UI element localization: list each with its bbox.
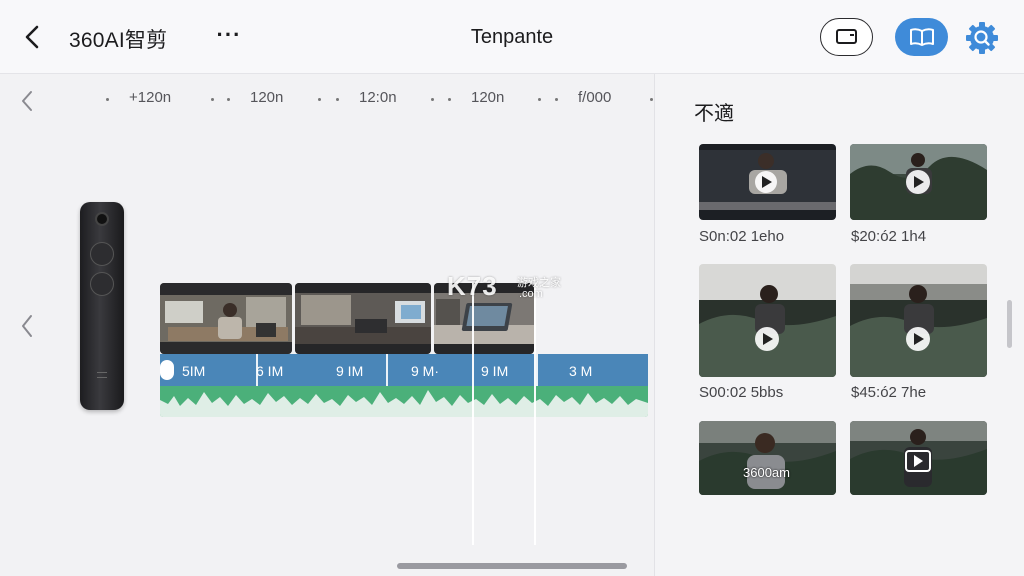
book-open-icon xyxy=(909,28,934,46)
segment-label: 9 M· xyxy=(411,363,439,379)
more-horizontal-icon: ··· xyxy=(216,22,242,47)
home-indicator[interactable] xyxy=(397,563,627,569)
settings-button[interactable] xyxy=(962,18,1002,58)
media-thumbnail[interactable] xyxy=(699,144,836,220)
segment-label: 9 IM xyxy=(336,363,364,379)
ruler-tick xyxy=(448,98,451,101)
waveform xyxy=(160,390,648,417)
playhead[interactable] xyxy=(472,283,474,545)
segment-label: 5IM xyxy=(182,363,206,379)
ruler-label: 120n xyxy=(471,89,505,106)
gear-search-icon xyxy=(966,22,998,54)
audio-start-handle[interactable] xyxy=(160,360,174,380)
top-bar: 360AI智剪 ··· Tenpante xyxy=(0,0,1024,74)
ruler-tick xyxy=(555,98,558,101)
time-ruler[interactable]: +120n 120n 12:0n 120n f/000 xyxy=(100,89,660,111)
screen-mirror-icon xyxy=(835,29,857,44)
segment-label: 9 IM xyxy=(481,363,509,379)
chevron-left-icon xyxy=(25,25,39,49)
device-button xyxy=(90,272,114,296)
segment-divider xyxy=(386,354,388,386)
ruler-tick xyxy=(227,98,230,101)
waveform-bar xyxy=(160,386,648,417)
video-clip-2[interactable] xyxy=(295,283,431,354)
screen-mirror-button[interactable] xyxy=(820,18,873,56)
app-title: 360AI智剪 xyxy=(69,29,168,52)
media-thumbnail[interactable] xyxy=(850,144,987,220)
panel-title: 不適 xyxy=(694,103,734,125)
more-button[interactable]: ··· xyxy=(212,22,246,52)
ruler-tick xyxy=(318,98,321,101)
ruler-scroll-left-button[interactable] xyxy=(20,90,40,112)
chevron-left-icon xyxy=(22,315,32,337)
watermark-logo: K73 xyxy=(447,271,498,301)
thumbnail-overlay-text: 3600am xyxy=(743,465,790,480)
tutorial-book-button[interactable] xyxy=(895,18,948,56)
thumbnail-caption: $20:ó2 1h4 xyxy=(851,228,927,245)
media-thumbnail[interactable]: 3600am xyxy=(699,421,836,495)
segment-label: 6 IM xyxy=(256,363,284,379)
device-button xyxy=(90,242,114,266)
timeline-scroll-left-button[interactable] xyxy=(20,314,40,338)
thumbnail-caption: S0n:02 1eho xyxy=(699,228,785,245)
segment-divider xyxy=(536,354,538,386)
ruler-label: +120n xyxy=(129,89,172,106)
ruler-label: 12:0n xyxy=(359,89,397,106)
panel-divider xyxy=(654,74,655,576)
device-lens xyxy=(95,212,109,226)
remote-device-image xyxy=(80,202,124,410)
panel-scrollbar[interactable] xyxy=(1007,300,1012,348)
ruler-label: f/000 xyxy=(578,89,612,106)
ruler-tick xyxy=(538,98,541,101)
ruler-label: 120n xyxy=(250,89,284,106)
thumbnail-caption: $45:ó2 7he xyxy=(851,384,927,401)
trim-marker[interactable] xyxy=(534,283,536,545)
ruler-tick xyxy=(650,98,653,101)
audio-track[interactable]: 5IM 6 IM 9 IM 9 M· 9 IM 3 M xyxy=(160,354,648,417)
device-slot xyxy=(97,372,107,378)
watermark-domain: .com xyxy=(519,288,543,300)
media-thumbnail[interactable] xyxy=(850,264,987,377)
ruler-tick xyxy=(336,98,339,101)
thumbnail-caption: S00:02 5bbs xyxy=(699,384,784,401)
ruler-tick xyxy=(106,98,109,101)
ruler-tick xyxy=(431,98,434,101)
video-clip-1[interactable] xyxy=(160,283,292,354)
back-button[interactable] xyxy=(18,22,46,52)
media-thumbnail[interactable] xyxy=(850,421,987,495)
chevron-left-icon xyxy=(22,91,32,111)
ruler-tick xyxy=(211,98,214,101)
segment-label: 3 M xyxy=(569,363,593,379)
media-thumbnail[interactable] xyxy=(699,264,836,377)
document-title: Tenpante xyxy=(470,26,554,48)
